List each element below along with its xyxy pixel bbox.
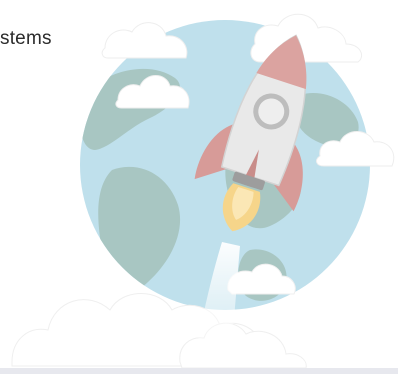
bottom-divider [0,368,398,374]
rocket-launch-illustration [11,13,395,369]
